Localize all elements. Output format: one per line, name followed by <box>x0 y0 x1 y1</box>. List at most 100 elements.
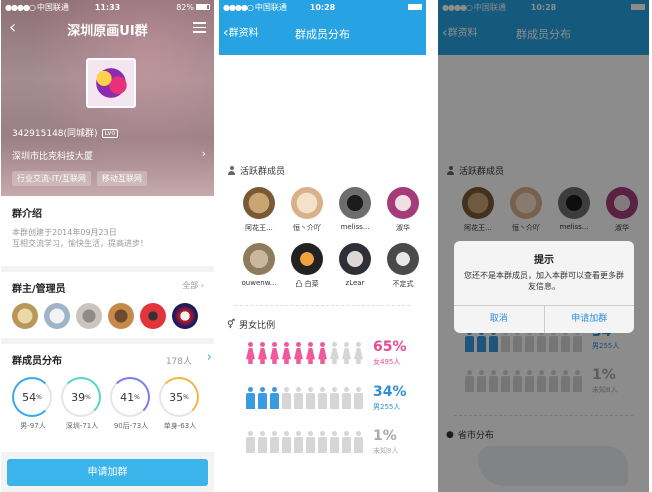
chevron-right-icon: › <box>201 147 206 160</box>
member-item[interactable]: 凸 白菜 <box>283 243 331 289</box>
person-figure-icon <box>305 387 316 409</box>
avatar[interactable] <box>76 303 102 329</box>
member-distribution-locked-screen: ●●●●○ 中国联通 10:28 ‹群资料 群成员分布 活跃群成员 阿花王...… <box>438 0 649 492</box>
person-figure-icon <box>293 387 304 409</box>
battery-icon <box>196 4 210 10</box>
person-figure-icon <box>317 431 328 453</box>
person-figure-icon <box>269 431 280 453</box>
active-members-grid: 阿花王... 恒丶介吖 meliss... 淑华 ouwenw... 凸 白菜 … <box>235 187 426 289</box>
active-members-header: 活跃群成员 <box>227 164 285 177</box>
page-title: 群成员分布 <box>295 28 350 41</box>
male-count: 男255人 <box>373 403 401 411</box>
view-all-link[interactable]: 全部 › <box>182 280 204 291</box>
member-item[interactable]: 不定式 <box>379 243 426 289</box>
unknown-figures <box>245 431 364 453</box>
tag-list: 行业交流-IT/互联网 移动互联网 <box>12 171 147 186</box>
person-figure-icon <box>317 387 328 409</box>
join-prompt-dialog: 提示 您还不是本群成员，加入本群可以查看更多群友信息。 取消 申请加群 <box>454 241 634 333</box>
avatar[interactable] <box>140 303 166 329</box>
person-figure-icon <box>293 431 304 453</box>
person-figure-icon <box>269 387 280 409</box>
avatar[interactable] <box>108 303 134 329</box>
status-bar: ●●●●○ 中国联通 10:28 <box>219 0 426 14</box>
section-title: 群介绍 <box>12 209 42 220</box>
company-location[interactable]: 深圳市比克科技大厦 <box>12 149 93 162</box>
avatar[interactable] <box>172 303 198 329</box>
person-figure-icon <box>281 342 292 364</box>
member-distribution-section[interactable]: 群成员分布 178人 › 54% 男-97人 39% 深圳-71人 41% 90… <box>1 344 214 452</box>
person-figure-icon <box>341 387 352 409</box>
gender-icon: ⚥ <box>227 319 236 330</box>
person-figure-icon <box>257 387 268 409</box>
dialog-message: 您还不是本群成员，加入本群可以查看更多群友信息。 <box>464 271 624 291</box>
person-figure-icon <box>353 342 364 364</box>
person-figure-icon <box>257 342 268 364</box>
apply-join-button[interactable]: 申请加群 <box>7 459 208 486</box>
person-figure-icon <box>329 431 340 453</box>
nav-bar: ●●●●○ 中国联通 10:28 ‹群资料 群成员分布 <box>219 0 426 55</box>
gender-ratio-header: ⚥ 男女比例 <box>227 319 276 332</box>
section-title: 群主/管理员 <box>12 284 66 295</box>
person-figure-icon <box>341 431 352 453</box>
person-figure-icon <box>353 387 364 409</box>
stat-ring: 35% 单身-63人 <box>159 377 201 431</box>
person-figure-icon <box>245 342 256 364</box>
female-percent: 65% <box>373 339 407 355</box>
battery-icon <box>408 4 422 10</box>
admins-section[interactable]: 群主/管理员 全部 › <box>1 272 214 338</box>
person-figure-icon <box>305 342 316 364</box>
person-icon <box>227 166 236 175</box>
male-figures <box>245 387 364 409</box>
member-item[interactable]: 恒丶介吖 <box>283 187 331 233</box>
person-figure-icon <box>317 342 328 364</box>
male-percent: 34% <box>373 384 407 400</box>
member-item[interactable]: 阿花王... <box>235 187 283 233</box>
intro-line: 本群创建于2014年09月23日 <box>12 228 117 237</box>
female-figures <box>245 342 364 364</box>
unknown-percent: 1% <box>373 428 397 444</box>
dialog-title: 提示 <box>534 255 554 266</box>
person-figure-icon <box>341 342 352 364</box>
intro-line: 互相交流学习，愉快生活，提高进步！ <box>12 239 148 248</box>
member-item[interactable]: ouwenw... <box>235 243 283 289</box>
member-item[interactable]: zLear <box>331 243 379 289</box>
level-badge: LV0 <box>101 129 119 138</box>
group-avatar[interactable] <box>86 58 136 108</box>
person-figure-icon <box>329 387 340 409</box>
member-item[interactable]: meliss... <box>331 187 379 233</box>
stat-ring: 39% 深圳-71人 <box>61 377 103 431</box>
status-time: 10:28 <box>309 2 336 12</box>
group-id-row: 342915148(同城群) LV0 <box>12 126 119 139</box>
person-figure-icon <box>281 431 292 453</box>
stat-ring: 41% 90后-73人 <box>110 377 152 431</box>
person-figure-icon <box>353 431 364 453</box>
member-distribution-screen: ●●●●○ 中国联通 10:28 ‹群资料 群成员分布 活跃群成员 阿花王...… <box>219 0 426 492</box>
female-count: 女495人 <box>373 358 401 366</box>
page-title: 深圳原画UI群 <box>67 24 148 39</box>
person-figure-icon <box>281 387 292 409</box>
person-figure-icon <box>305 431 316 453</box>
cancel-button[interactable]: 取消 <box>454 306 544 333</box>
avatar[interactable] <box>12 303 38 329</box>
person-figure-icon <box>269 342 280 364</box>
status-bar: ●●●●○ 中国联通 11:33 82% <box>1 0 214 14</box>
status-time: 11:33 <box>94 2 121 12</box>
group-profile-screen: ●●●●○ 中国联通 11:33 82% ‹ 深圳原画UI群 342915148… <box>1 0 214 492</box>
chevron-right-icon: › <box>206 350 212 365</box>
stat-ring: 54% 男-97人 <box>12 377 54 431</box>
person-figure-icon <box>245 431 256 453</box>
unknown-count: 未知8人 <box>373 447 399 455</box>
member-item[interactable]: 淑华 <box>379 187 426 233</box>
tag[interactable]: 行业交流-IT/互联网 <box>12 171 91 186</box>
person-figure-icon <box>329 342 340 364</box>
member-count: 178人 <box>165 357 192 367</box>
tag[interactable]: 移动互联网 <box>96 171 147 186</box>
person-figure-icon <box>257 431 268 453</box>
avatar[interactable] <box>44 303 70 329</box>
menu-icon[interactable] <box>193 22 206 36</box>
group-intro-section: 群介绍 本群创建于2014年09月23日 互相交流学习，愉快生活，提高进步！ <box>1 196 214 266</box>
group-id: 342915148(同城群) <box>12 129 98 139</box>
person-figure-icon <box>245 387 256 409</box>
person-figure-icon <box>293 342 304 364</box>
apply-join-button[interactable]: 申请加群 <box>543 306 635 333</box>
